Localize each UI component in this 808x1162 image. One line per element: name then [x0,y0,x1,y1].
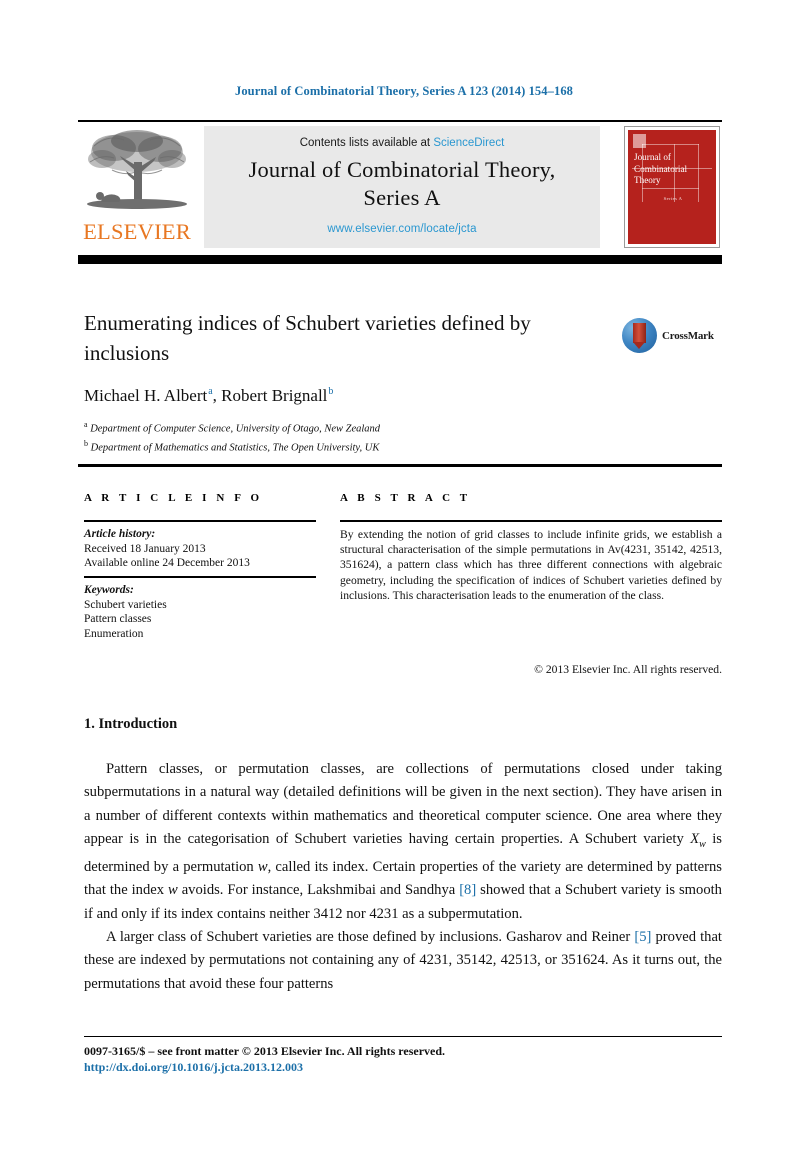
keywords-block: Keywords: Schubert varieties Pattern cla… [84,583,324,641]
author-affiliation-marker: b [328,386,334,398]
keyword-item: Pattern classes [84,613,152,626]
abstract-copyright: © 2013 Elsevier Inc. All rights reserved… [534,663,722,676]
running-head: Journal of Combinatorial Theory, Series … [234,84,574,98]
paragraph-1-text-a: Pattern classes, or permutation classes,… [84,761,722,847]
body-content: Pattern classes, or permutation classes,… [84,758,722,996]
section-heading-introduction: 1. Introduction [84,716,178,732]
cover-journal-title: Journal of Combinatorial Theory [634,152,688,185]
abstract-heading: A B S T R A C T [340,492,471,504]
keyword-item: Schubert varieties [84,598,167,611]
affiliation-marker: b [84,438,88,448]
article-available-online-date: Available online 24 December 2013 [84,557,250,570]
paragraph-1-text-d: avoids. For instance, Lakshmibai and San… [177,882,460,899]
keywords-rule [84,576,316,578]
math-variable-X: X [690,830,700,847]
masthead-top-rule [78,120,722,122]
journal-title-line-2: Series A [363,185,441,210]
article-history-label: Article history: [84,528,156,540]
cover-elsevier-mark-icon [633,134,646,148]
paragraph-2-text-a: A larger class of Schubert varieties are… [106,928,635,945]
journal-url-link[interactable]: www.elsevier.com/locate/jcta [204,223,600,235]
footer-front-matter: 0097-3165/$ – see front matter © 2013 El… [84,1044,446,1058]
journal-cover-thumbnail[interactable]: Journal of Combinatorial Theory Series A [624,126,720,248]
affiliation-text: Department of Mathematics and Statistics… [90,442,380,453]
article-received-date: Received 18 January 2013 [84,542,206,555]
masthead-thick-bar [78,255,722,264]
affiliation-item: b Department of Mathematics and Statisti… [84,437,644,456]
citation-link-5[interactable]: [5] [634,929,651,945]
crossmark-icon [622,318,657,353]
author-name[interactable]: Michael H. Albert [84,386,207,405]
masthead: ELSEVIER Contents lists available at Sci… [78,124,722,250]
affiliation-text: Department of Computer Science, Universi… [90,423,381,435]
sciencedirect-link[interactable]: ScienceDirect [433,137,504,149]
masthead-center-panel: Contents lists available at ScienceDirec… [204,126,600,248]
paragraph-1: Pattern classes, or permutation classes,… [84,758,722,926]
contents-lists-prefix: Contents lists available at [299,137,434,149]
cover-series-label: Series A [663,196,683,201]
affiliation-marker: a [84,420,88,429]
crossmark-badge[interactable]: CrossMark [622,318,722,354]
math-variable-w: w [168,882,178,899]
article-info-rule [84,520,316,522]
article-history: Article history: Received 18 January 201… [84,527,324,571]
abstract-block-top-rule [78,464,722,467]
author-separator: , [212,386,222,405]
article-info-heading: A R T I C L E I N F O [84,492,263,504]
elsevier-logo: ELSEVIER [78,126,196,248]
math-subscript-w: w [699,838,706,850]
journal-cover-art: Journal of Combinatorial Theory Series A [628,130,716,244]
elsevier-tree-icon [82,126,192,218]
page-title: Enumerating indices of Schubert varietie… [84,311,531,365]
keywords-label: Keywords: [84,584,134,596]
cover-grid-line [642,188,699,189]
citation-link-8[interactable]: [8] [459,882,476,898]
author-list: Michael H. Alberta, Robert Brignallb [84,386,644,406]
journal-title-line-1: Journal of Combinatorial Theory, [248,157,556,182]
abstract-text: By extending the notion of grid classes … [340,528,722,602]
author-name[interactable]: Robert Brignall [221,386,327,405]
affiliation-item: a Department of Computer Science, Univer… [84,418,644,437]
footer-doi-link[interactable]: http://dx.doi.org/10.1016/j.jcta.2013.12… [84,1060,303,1075]
footer-rule [84,1036,722,1038]
article-first-page: Journal of Combinatorial Theory, Series … [0,0,808,1162]
keyword-item: Enumeration [84,627,144,640]
paragraph-2: A larger class of Schubert varieties are… [84,926,722,996]
math-variable-w: w [257,859,268,876]
contents-lists-line: Contents lists available at ScienceDirec… [204,137,600,149]
affiliations: a Department of Computer Science, Univer… [84,418,644,455]
elsevier-wordmark: ELSEVIER [83,219,191,244]
crossmark-label: CrossMark [662,330,714,342]
journal-title: Journal of Combinatorial Theory, Series … [212,156,592,212]
abstract-rule [340,520,722,522]
cover-grid-line [642,144,699,145]
crossmark-bookmark-icon [633,323,646,349]
